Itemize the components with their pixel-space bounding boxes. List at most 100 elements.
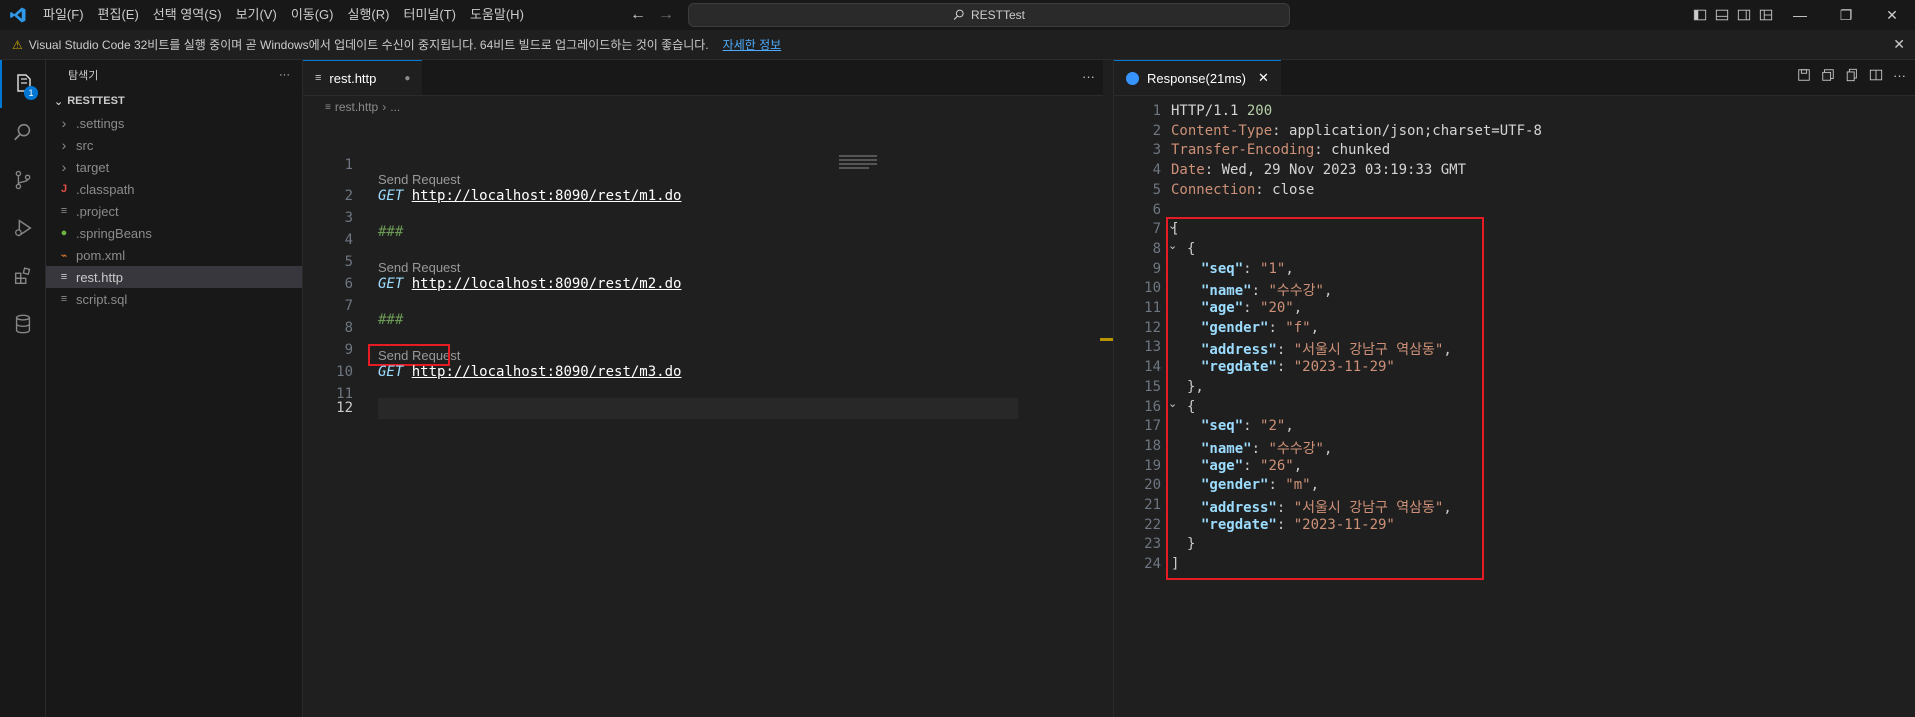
- menu-item[interactable]: 이동(G): [284, 0, 341, 30]
- response-body[interactable]: 1 2 3 4 5 6 7 8 9 10 11 12 13 14 15 16 17 18 19 20 21 22 23 24 H…: [1114, 95, 1915, 717]
- split-editor-icon[interactable]: [1869, 68, 1883, 85]
- breadcrumb-file[interactable]: rest.http: [335, 100, 378, 114]
- menu-item[interactable]: 편집(E): [91, 0, 146, 30]
- line-number: 1: [1152, 103, 1161, 119]
- close-tab-icon[interactable]: ✕: [1258, 70, 1269, 86]
- tree-item[interactable]: J .classpath: [46, 178, 302, 200]
- copy-icon[interactable]: [1845, 68, 1859, 85]
- tree-item[interactable]: ≡ rest.http: [46, 266, 302, 288]
- file-lines-icon: ≡: [325, 101, 331, 113]
- save-body-icon[interactable]: [1821, 68, 1835, 85]
- line-number: 5: [344, 254, 353, 270]
- request-line: GET http://localhost:8090/rest/m1.do: [378, 188, 681, 204]
- unsaved-dot-icon[interactable]: ●: [404, 73, 410, 84]
- more-actions-icon[interactable]: ···: [279, 69, 290, 81]
- minimap[interactable]: [839, 155, 879, 171]
- run-debug-icon[interactable]: [0, 204, 45, 252]
- request-line: GET http://localhost:8090/rest/m2.do: [378, 276, 681, 292]
- java-icon: J: [60, 183, 68, 195]
- toggle-panel-icon[interactable]: [1711, 0, 1733, 30]
- search-icon[interactable]: [0, 108, 45, 156]
- line-number: 1: [344, 157, 353, 173]
- more-actions-icon[interactable]: ···: [1893, 68, 1906, 85]
- breadcrumb-ellipsis[interactable]: ...: [390, 100, 400, 114]
- globe-icon: [1126, 71, 1139, 85]
- chevron-right-icon: ›: [61, 115, 67, 131]
- header-value: chunked: [1331, 142, 1391, 159]
- send-request-codelens[interactable]: Send Request: [378, 172, 460, 187]
- project-folder-header[interactable]: ⌄ RESTTEST: [46, 90, 302, 112]
- tree-item[interactable]: › target: [46, 156, 302, 178]
- database-icon[interactable]: [0, 300, 45, 348]
- line-number: 20: [1144, 477, 1161, 494]
- line-number: 12: [336, 400, 353, 416]
- back-arrow-icon[interactable]: ←: [630, 6, 646, 24]
- tab-rest-http[interactable]: ≡ rest.http ●: [303, 60, 423, 95]
- close-icon[interactable]: ✕: [1893, 36, 1905, 53]
- request-url[interactable]: http://localhost:8090/rest/m2.do: [412, 276, 682, 292]
- line-number: 6: [1152, 201, 1161, 218]
- file-lines-icon: ≡: [60, 271, 68, 283]
- header-line: Content-Type: application/json;charset=U…: [1171, 122, 1542, 139]
- editor-actions: ···: [1797, 68, 1906, 85]
- editor-sash[interactable]: [1103, 60, 1113, 717]
- tree-item[interactable]: › .settings: [46, 112, 302, 134]
- save-icon[interactable]: [1797, 68, 1811, 85]
- request-url[interactable]: http://localhost:8090/rest/m1.do: [412, 188, 682, 204]
- command-center-search[interactable]: RESTTest: [688, 3, 1290, 27]
- close-window-button[interactable]: ✕: [1869, 0, 1915, 30]
- header-value: close: [1272, 181, 1315, 198]
- file-tree: › .settings › src › target J .classpath ≡ .projec…: [46, 112, 302, 310]
- tree-item[interactable]: › src: [46, 134, 302, 156]
- more-actions-icon[interactable]: ···: [1082, 69, 1095, 84]
- breadcrumb: ≡ rest.http › ...: [303, 96, 1103, 118]
- http-method: GET: [378, 364, 404, 380]
- tree-item[interactable]: ≡ .project: [46, 200, 302, 222]
- menu-item[interactable]: 선택 영역(S): [146, 0, 229, 30]
- menu-item[interactable]: 터미널(T): [396, 0, 462, 30]
- status-line: HTTP/1.1 200: [1171, 103, 1272, 119]
- tab-response[interactable]: Response(21ms) ✕: [1114, 60, 1281, 95]
- line-number: 8: [1152, 240, 1161, 257]
- line-number: 21: [1144, 497, 1161, 513]
- search-text: RESTTest: [970, 8, 1025, 22]
- menu-item[interactable]: 파일(F): [36, 0, 91, 30]
- forward-arrow-icon[interactable]: →: [658, 6, 674, 24]
- menu-item[interactable]: 실행(R): [341, 0, 397, 30]
- restore-button[interactable]: ❐: [1823, 0, 1869, 30]
- menu-bar: 파일(F) 편집(E) 선택 영역(S) 보기(V) 이동(G) 실행(R) 터미널(T) 도…: [36, 0, 531, 30]
- editor-tabs: ≡ rest.http ● ···: [303, 60, 1103, 96]
- line-number: 9: [1152, 260, 1161, 277]
- tree-item[interactable]: ● .springBeans: [46, 222, 302, 244]
- activity-bar: 1: [0, 60, 46, 717]
- line-number: 16: [1144, 398, 1161, 415]
- tab-label: rest.http: [329, 70, 377, 86]
- warning-icon: ⚠: [12, 37, 23, 52]
- request-separator: ###: [378, 312, 404, 328]
- minimize-button[interactable]: —: [1777, 0, 1823, 30]
- line-number: 5: [1152, 181, 1161, 198]
- project-name: RESTTEST: [67, 95, 125, 107]
- current-line-highlight: [378, 398, 1018, 419]
- learn-more-link[interactable]: 자세한 정보: [723, 36, 782, 53]
- request-url[interactable]: http://localhost:8090/rest/m3.do: [412, 364, 682, 380]
- extensions-icon[interactable]: [0, 252, 45, 300]
- tree-item[interactable]: ≡ script.sql: [46, 288, 302, 310]
- line-number: 13: [1144, 339, 1161, 356]
- line-number: 18: [1144, 437, 1161, 454]
- send-request-codelens[interactable]: Send Request: [378, 260, 460, 275]
- sidebar-header: 탐색기 ···: [46, 60, 302, 90]
- customize-layout-icon[interactable]: [1755, 0, 1777, 30]
- tree-item-label: target: [76, 159, 110, 175]
- source-control-icon[interactable]: [0, 156, 45, 204]
- menu-item[interactable]: 보기(V): [229, 0, 284, 30]
- tree-item[interactable]: ⌁ pom.xml: [46, 244, 302, 266]
- toggle-secondary-sidebar-icon[interactable]: [1733, 0, 1755, 30]
- line-number: 10: [336, 364, 353, 380]
- tree-item-label: .classpath: [76, 181, 135, 197]
- line-number: 17: [1144, 418, 1161, 435]
- menu-item[interactable]: 도움말(H): [463, 0, 531, 30]
- explorer-icon[interactable]: 1: [0, 60, 45, 108]
- explorer-sidebar: 탐색기 ··· ⌄ RESTTEST › .settings › src › target…: [46, 60, 303, 717]
- toggle-primary-sidebar-icon[interactable]: [1689, 0, 1711, 30]
